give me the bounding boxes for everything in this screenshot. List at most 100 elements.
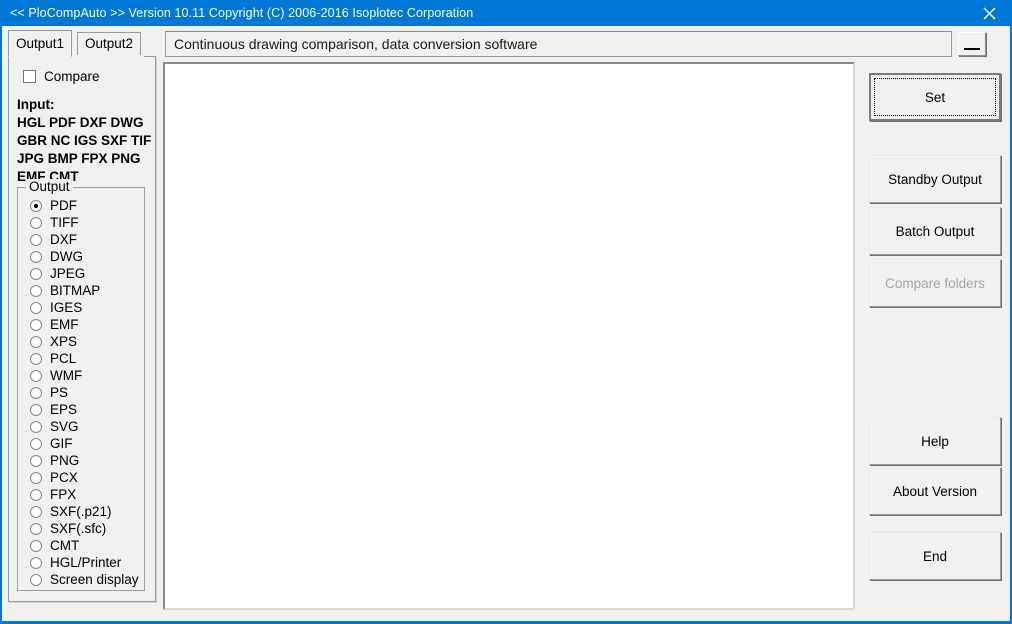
end-button[interactable]: End <box>869 532 1001 580</box>
set-button[interactable]: Set <box>869 73 1001 121</box>
radio-option-sxf-p21[interactable]: SXF(.p21) <box>30 503 112 520</box>
radio-icon[interactable] <box>30 216 42 229</box>
radio-label: XPS <box>50 334 78 349</box>
radio-label: EMF <box>50 317 79 332</box>
radio-label: TIFF <box>50 215 79 230</box>
minimize-icon <box>964 48 980 50</box>
close-icon <box>983 6 996 20</box>
radio-option-png[interactable]: PNG <box>30 452 79 469</box>
radio-label: FPX <box>50 487 77 502</box>
radio-option-pcx[interactable]: PCX <box>30 469 78 486</box>
radio-icon[interactable] <box>30 454 42 467</box>
radio-label: DWG <box>50 249 83 264</box>
radio-icon[interactable] <box>30 233 42 246</box>
drawing-canvas[interactable] <box>163 62 855 610</box>
radio-icon[interactable] <box>30 284 42 297</box>
radio-icon[interactable] <box>30 522 42 535</box>
radio-option-emf[interactable]: EMF <box>30 316 79 333</box>
tab-output2[interactable]: Output2 <box>77 32 142 56</box>
compare-checkbox-row[interactable]: Compare <box>23 69 100 84</box>
help-label: Help <box>921 433 949 449</box>
radio-label: GIF <box>50 436 73 451</box>
radio-option-xps[interactable]: XPS <box>30 333 77 350</box>
radio-option-jpeg[interactable]: JPEG <box>30 265 85 282</box>
radio-label: SVG <box>50 419 79 434</box>
radio-label: SXF(.p21) <box>50 504 112 519</box>
radio-option-gif[interactable]: GIF <box>30 435 73 452</box>
radio-icon[interactable] <box>30 267 42 280</box>
radio-option-bitmap[interactable]: BITMAP <box>30 282 100 299</box>
header-description-field[interactable]: Continuous drawing comparison, data conv… <box>165 31 952 57</box>
focus-ring <box>874 78 996 116</box>
radio-option-dwg[interactable]: DWG <box>30 248 83 265</box>
minimize-panel-button[interactable] <box>958 32 986 56</box>
about-version-button[interactable]: About Version <box>869 467 1001 515</box>
radio-option-hgl-printer[interactable]: HGL/Printer <box>30 554 121 571</box>
radio-label: BITMAP <box>50 283 101 298</box>
radio-label: HGL/Printer <box>50 555 122 570</box>
radio-icon[interactable] <box>30 573 42 586</box>
tabstrip: Output1 Output2 <box>8 30 150 57</box>
compare-checkbox[interactable] <box>23 70 36 83</box>
radio-label: PNG <box>50 453 80 468</box>
radio-option-wmf[interactable]: WMF <box>30 367 82 384</box>
radio-icon[interactable] <box>30 369 42 382</box>
radio-icon[interactable] <box>30 556 42 569</box>
radio-icon[interactable] <box>30 386 42 399</box>
radio-option-sxf-sfc[interactable]: SXF(.sfc) <box>30 520 106 537</box>
about-version-label: About Version <box>892 483 978 499</box>
radio-icon[interactable] <box>30 335 42 348</box>
radio-label: SXF(.sfc) <box>50 521 107 536</box>
compare-folders-button: Compare folders <box>869 259 1001 307</box>
window-title: << PloCompAuto >> Version 10.11 Copyrigh… <box>10 6 474 20</box>
help-button[interactable]: Help <box>869 417 1001 465</box>
compare-folders-label: Compare folders <box>885 275 985 291</box>
output-group: Output PDF TIFF DXF DWG JPEG BITMAP IGES… <box>17 179 145 591</box>
batch-output-button[interactable]: Batch Output <box>869 207 1001 255</box>
end-label: End <box>922 548 948 564</box>
radio-icon[interactable] <box>30 199 42 212</box>
radio-option-iges[interactable]: IGES <box>30 299 82 316</box>
radio-option-ps[interactable]: PS <box>30 384 68 401</box>
radio-icon[interactable] <box>30 505 42 518</box>
radio-label: CMT <box>50 538 80 553</box>
radio-label: EPS <box>50 402 78 417</box>
compare-label: Compare <box>44 69 100 84</box>
standby-output-label: Standby Output <box>888 171 982 187</box>
radio-label: PCL <box>50 351 77 366</box>
radio-option-screen-display[interactable]: Screen display <box>30 571 139 588</box>
radio-label: Screen display <box>50 572 139 587</box>
input-formats-line-3: JPG BMP FPX PNG <box>17 151 141 166</box>
radio-option-fpx[interactable]: FPX <box>30 486 76 503</box>
batch-output-label: Batch Output <box>895 223 975 239</box>
radio-icon[interactable] <box>30 437 42 450</box>
close-button[interactable] <box>967 0 1012 26</box>
standby-output-button[interactable]: Standby Output <box>869 155 1001 203</box>
left-tab-panel: Compare Input: HGL PDF DXF DWG GBR NC IG… <box>8 56 156 602</box>
radio-icon[interactable] <box>30 471 42 484</box>
radio-icon[interactable] <box>30 539 42 552</box>
radio-option-svg[interactable]: SVG <box>30 418 79 435</box>
app-window: << PloCompAuto >> Version 10.11 Copyrigh… <box>0 0 1012 624</box>
radio-icon[interactable] <box>30 352 42 365</box>
radio-label: PCX <box>50 470 78 485</box>
input-label: Input: <box>17 97 55 112</box>
radio-icon[interactable] <box>30 403 42 416</box>
radio-icon[interactable] <box>30 250 42 263</box>
radio-icon[interactable] <box>30 488 42 501</box>
radio-label: JPEG <box>50 266 86 281</box>
radio-icon[interactable] <box>30 420 42 433</box>
radio-option-cmt[interactable]: CMT <box>30 537 79 554</box>
radio-option-pdf[interactable]: PDF <box>30 197 77 214</box>
radio-option-eps[interactable]: EPS <box>30 401 77 418</box>
radio-option-pcl[interactable]: PCL <box>30 350 76 367</box>
radio-option-tiff[interactable]: TIFF <box>30 214 79 231</box>
titlebar: << PloCompAuto >> Version 10.11 Copyrigh… <box>0 0 1012 26</box>
radio-label: WMF <box>50 368 83 383</box>
radio-label: PDF <box>50 198 77 213</box>
tab-output1[interactable]: Output1 <box>8 30 73 57</box>
radio-label: PS <box>50 385 69 400</box>
radio-option-dxf[interactable]: DXF <box>30 231 77 248</box>
radio-icon[interactable] <box>30 318 42 331</box>
radio-icon[interactable] <box>30 301 42 314</box>
